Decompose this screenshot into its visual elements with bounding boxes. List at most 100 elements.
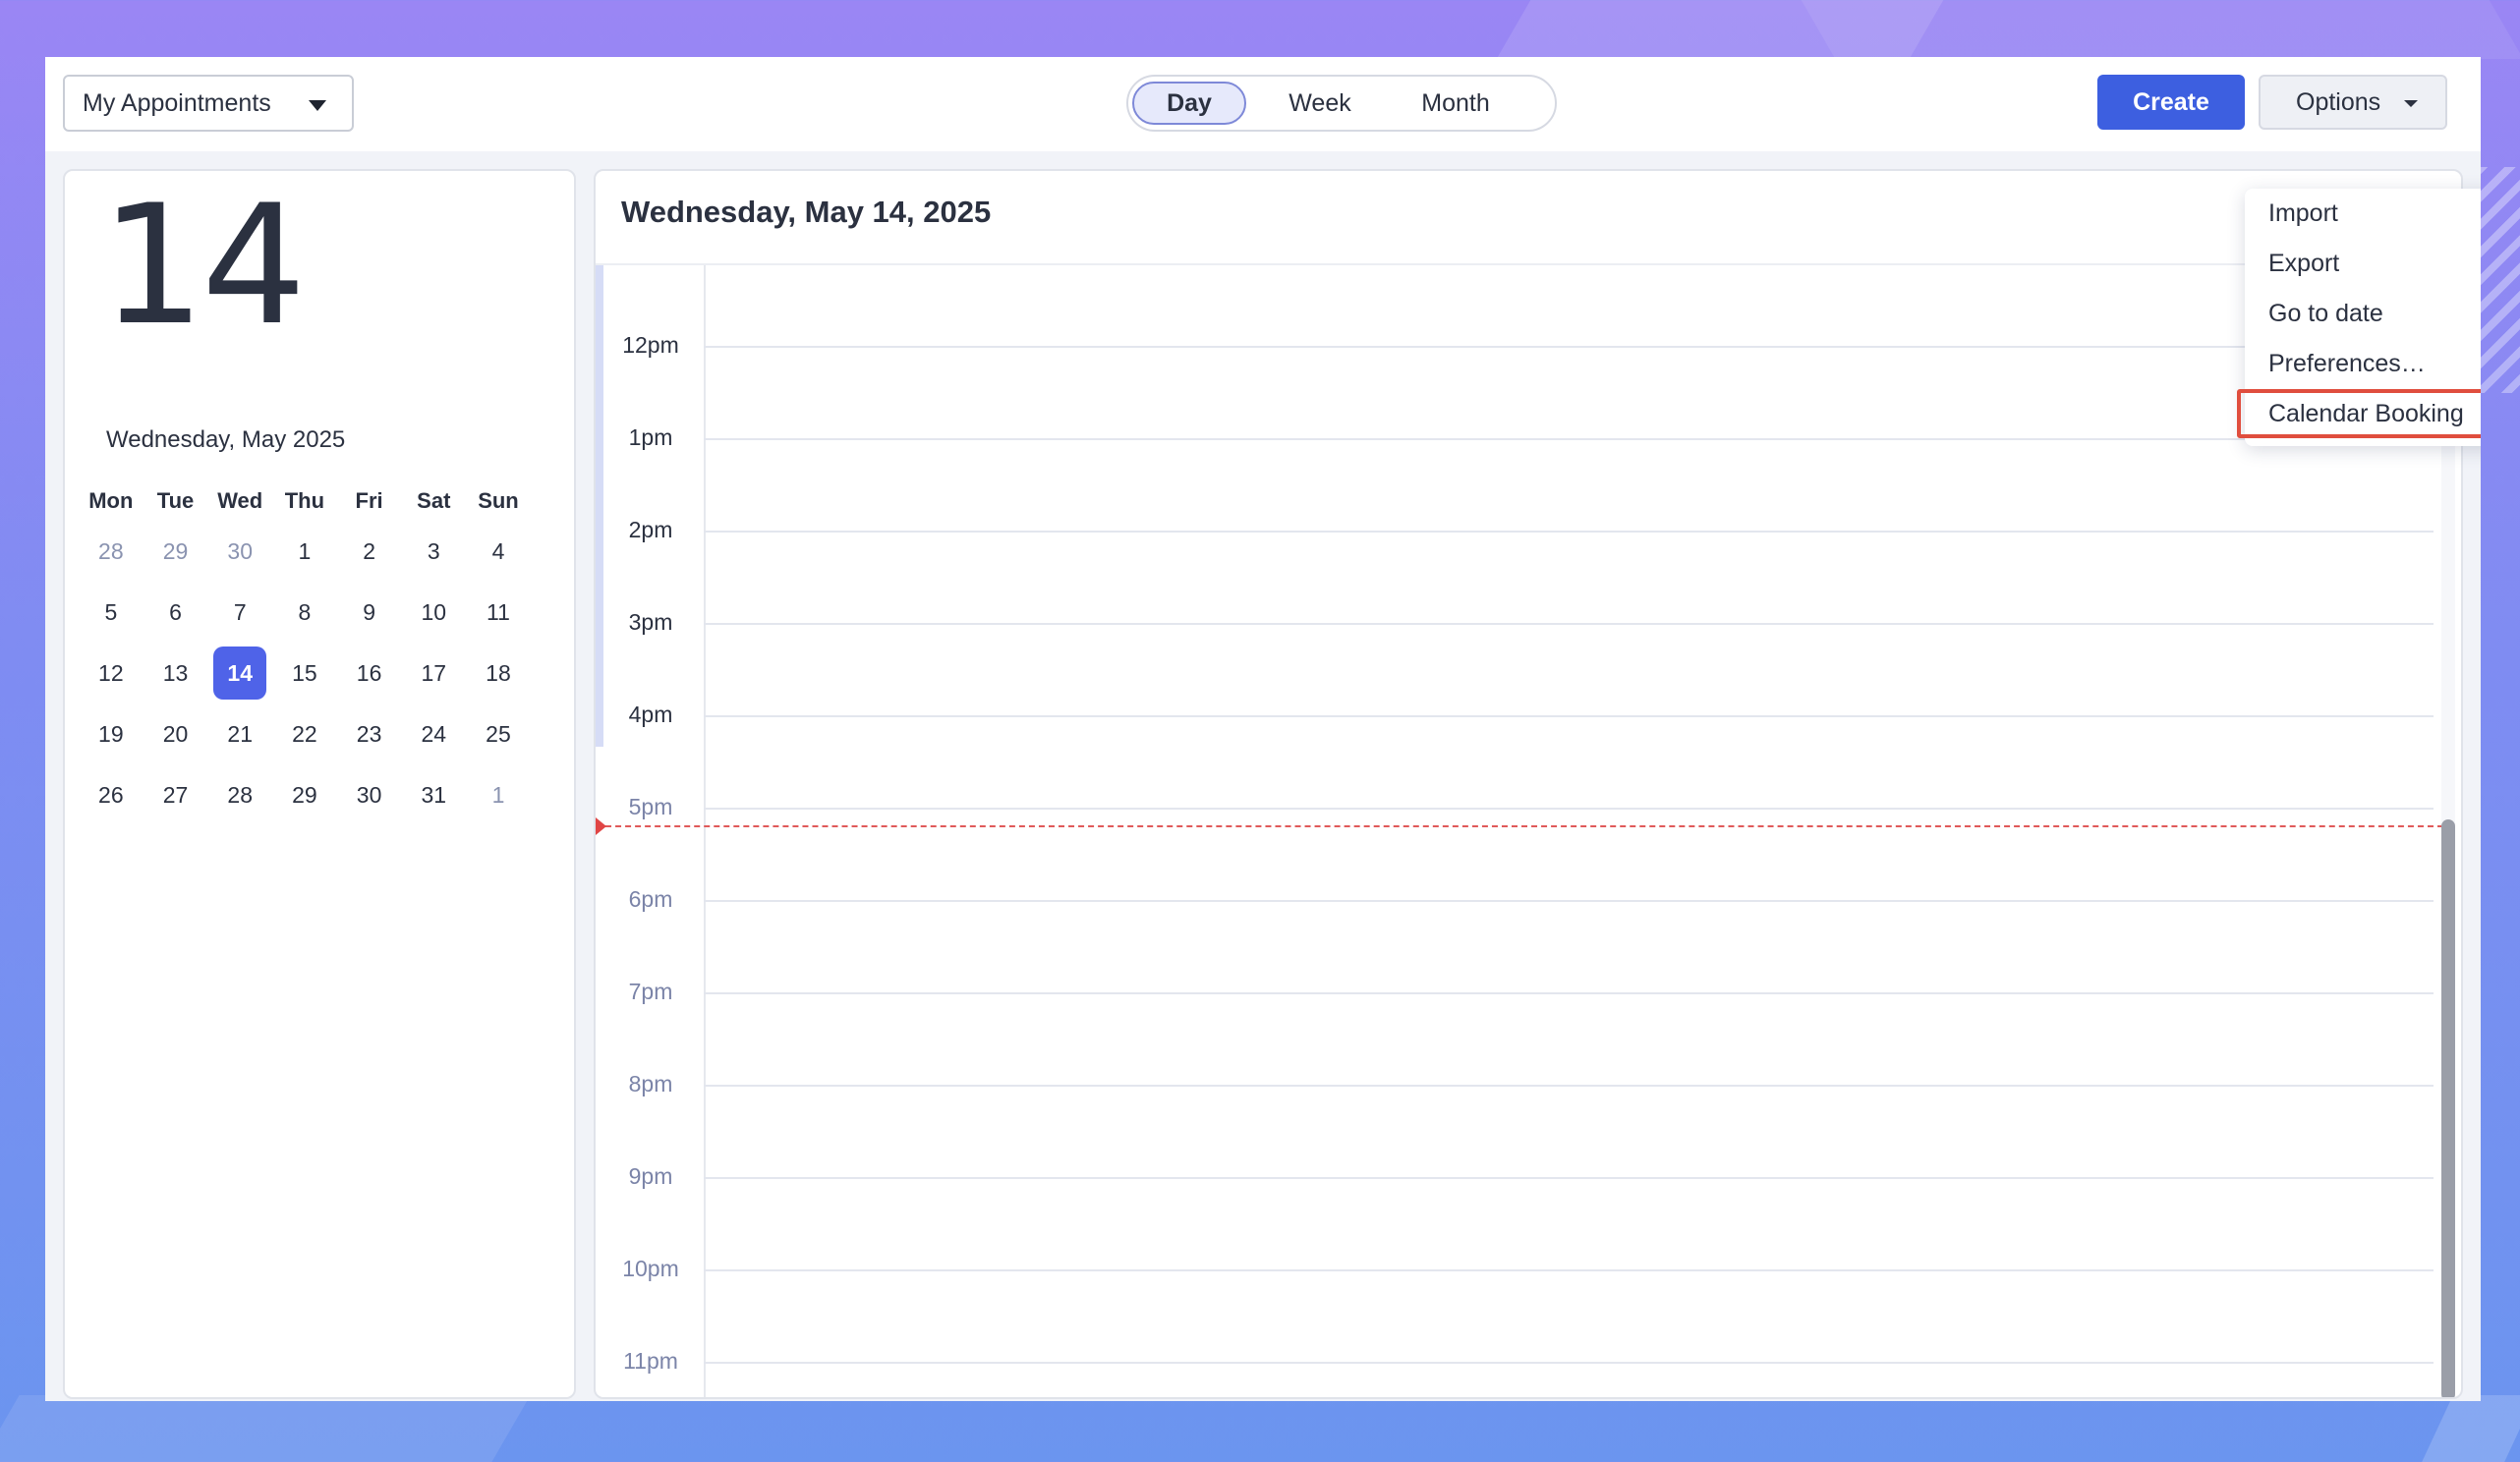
calendar-day[interactable]: 26 xyxy=(79,768,143,821)
calendar-day[interactable]: 10 xyxy=(401,586,466,639)
week-row: 12 13 14 15 16 17 18 xyxy=(79,643,531,703)
menu-item-preferences[interactable]: Preferences… xyxy=(2245,339,2481,388)
weekday-label: Tue xyxy=(156,488,195,513)
hour-label: 5pm xyxy=(628,794,673,819)
current-time-line xyxy=(596,825,2443,827)
weekday-label: Mon xyxy=(88,488,134,513)
hour-slot[interactable]: 12pm xyxy=(596,332,2461,438)
day-title: Wednesday, May 14, 2025 xyxy=(621,195,992,229)
create-button[interactable]: Create xyxy=(2097,75,2245,130)
big-day-number: 14 xyxy=(100,169,307,362)
calendar-day[interactable]: 27 xyxy=(143,768,208,821)
calendar-day[interactable]: 1 xyxy=(466,768,531,821)
menu-item-calendar-booking[interactable]: Calendar Booking xyxy=(2237,389,2481,438)
options-button-label: Options xyxy=(2296,88,2381,116)
hour-gridline xyxy=(704,438,2434,440)
scrollbar-thumb[interactable] xyxy=(2441,819,2455,1397)
background-shape xyxy=(2422,1395,2520,1462)
hour-label: 1pm xyxy=(628,424,673,450)
calendar-day[interactable]: 20 xyxy=(143,707,208,760)
calendar-day[interactable]: 6 xyxy=(143,586,208,639)
calendar-day[interactable]: 5 xyxy=(79,586,143,639)
current-date-label: Wednesday, May 2025 xyxy=(106,426,346,453)
calendar-day[interactable]: 8 xyxy=(272,586,337,639)
hour-label: 12pm xyxy=(622,332,679,358)
hour-slot[interactable]: 7pm xyxy=(596,979,2461,1085)
hour-label: 2pm xyxy=(628,517,673,542)
hour-gridline xyxy=(704,1085,2434,1087)
hour-label: 11pm xyxy=(623,1348,678,1374)
weekday-label: Sun xyxy=(478,488,519,513)
hour-slot[interactable]: 4pm xyxy=(596,702,2461,808)
hour-slot[interactable]: 11pm xyxy=(596,1348,2461,1397)
hour-gridline xyxy=(704,623,2434,625)
calendar-day[interactable]: 4 xyxy=(466,525,531,578)
hour-slot[interactable]: 5pm xyxy=(596,794,2461,900)
hour-slot[interactable]: 10pm xyxy=(596,1256,2461,1362)
menu-item-export[interactable]: Export xyxy=(2245,239,2481,288)
calendar-day[interactable]: 7 xyxy=(207,586,272,639)
calendar-day[interactable]: 30 xyxy=(337,768,402,821)
hour-slot[interactable]: 8pm xyxy=(596,1071,2461,1177)
calendar-day[interactable]: 16 xyxy=(337,647,402,700)
calendar-day[interactable]: 19 xyxy=(79,707,143,760)
calendar-day[interactable]: 9 xyxy=(337,586,402,639)
calendar-day[interactable]: 23 xyxy=(337,707,402,760)
calendar-day[interactable]: 28 xyxy=(79,525,143,578)
appointments-select-label: My Appointments xyxy=(83,88,271,117)
top-toolbar: My Appointments Day Week Month Create Op… xyxy=(45,57,2481,151)
calendar-day-selected[interactable]: 14 xyxy=(207,647,272,700)
hour-slot[interactable]: 9pm xyxy=(596,1163,2461,1269)
hour-label: 4pm xyxy=(628,702,673,727)
current-time-marker-icon xyxy=(596,817,606,835)
hour-label: 10pm xyxy=(622,1256,679,1281)
hour-gridline xyxy=(704,992,2434,994)
view-week-button[interactable]: Week xyxy=(1266,82,1374,125)
divider xyxy=(596,263,2461,265)
calendar-app-window: My Appointments Day Week Month Create Op… xyxy=(45,57,2481,1401)
options-dropdown-menu: Import Export Go to date Preferences… Ca… xyxy=(2237,189,2481,446)
hour-gridline xyxy=(704,1362,2434,1364)
hour-slot[interactable]: 1pm xyxy=(596,424,2461,531)
hour-gridline xyxy=(704,531,2434,533)
menu-item-import[interactable]: Import xyxy=(2245,189,2481,238)
menu-item-go-to-date[interactable]: Go to date xyxy=(2245,289,2481,338)
calendar-day[interactable]: 18 xyxy=(466,647,531,700)
hour-gridline xyxy=(704,715,2434,717)
calendar-day[interactable]: 25 xyxy=(466,707,531,760)
calendar-day[interactable]: 22 xyxy=(272,707,337,760)
calendar-day[interactable]: 24 xyxy=(401,707,466,760)
hour-gridline xyxy=(704,1177,2434,1179)
options-button[interactable]: Options xyxy=(2259,75,2447,130)
view-month-button[interactable]: Month xyxy=(1394,82,1518,125)
calendar-day[interactable]: 29 xyxy=(143,525,208,578)
calendar-day[interactable]: 29 xyxy=(272,768,337,821)
calendar-day[interactable]: 13 xyxy=(143,647,208,700)
hour-slot[interactable]: 6pm xyxy=(596,886,2461,992)
week-row: 28 29 30 1 2 3 4 xyxy=(79,521,531,582)
calendar-day[interactable]: 28 xyxy=(207,768,272,821)
week-row: 26 27 28 29 30 31 1 xyxy=(79,764,531,825)
calendar-day[interactable]: 1 xyxy=(272,525,337,578)
calendar-day[interactable]: 3 xyxy=(401,525,466,578)
calendar-day[interactable]: 12 xyxy=(79,647,143,700)
calendar-day[interactable]: 31 xyxy=(401,768,466,821)
background-shape xyxy=(1801,0,2520,59)
calendar-day[interactable]: 21 xyxy=(207,707,272,760)
calendar-day[interactable]: 11 xyxy=(466,586,531,639)
calendar-day[interactable]: 30 xyxy=(207,525,272,578)
week-row: 19 20 21 22 23 24 25 xyxy=(79,703,531,764)
hour-slot[interactable]: 2pm xyxy=(596,517,2461,623)
calendar-day[interactable]: 2 xyxy=(337,525,402,578)
calendar-day[interactable]: 17 xyxy=(401,647,466,700)
day-schedule-panel: Wednesday, May 14, 2025 12pm 1pm 2pm 3pm… xyxy=(594,169,2463,1399)
caret-down-icon xyxy=(309,100,326,111)
hour-slot[interactable]: 3pm xyxy=(596,609,2461,715)
appointments-select[interactable]: My Appointments xyxy=(63,75,354,132)
mini-calendar-panel: 14 Wednesday, May 2025 Mon Tue Wed Thu F… xyxy=(63,169,576,1399)
weekday-label: Thu xyxy=(284,488,325,513)
hour-gridline xyxy=(704,808,2434,810)
weekday-header: Mon Tue Wed Thu Fri Sat Sun xyxy=(79,481,531,521)
view-day-button[interactable]: Day xyxy=(1132,82,1246,125)
calendar-day[interactable]: 15 xyxy=(272,647,337,700)
